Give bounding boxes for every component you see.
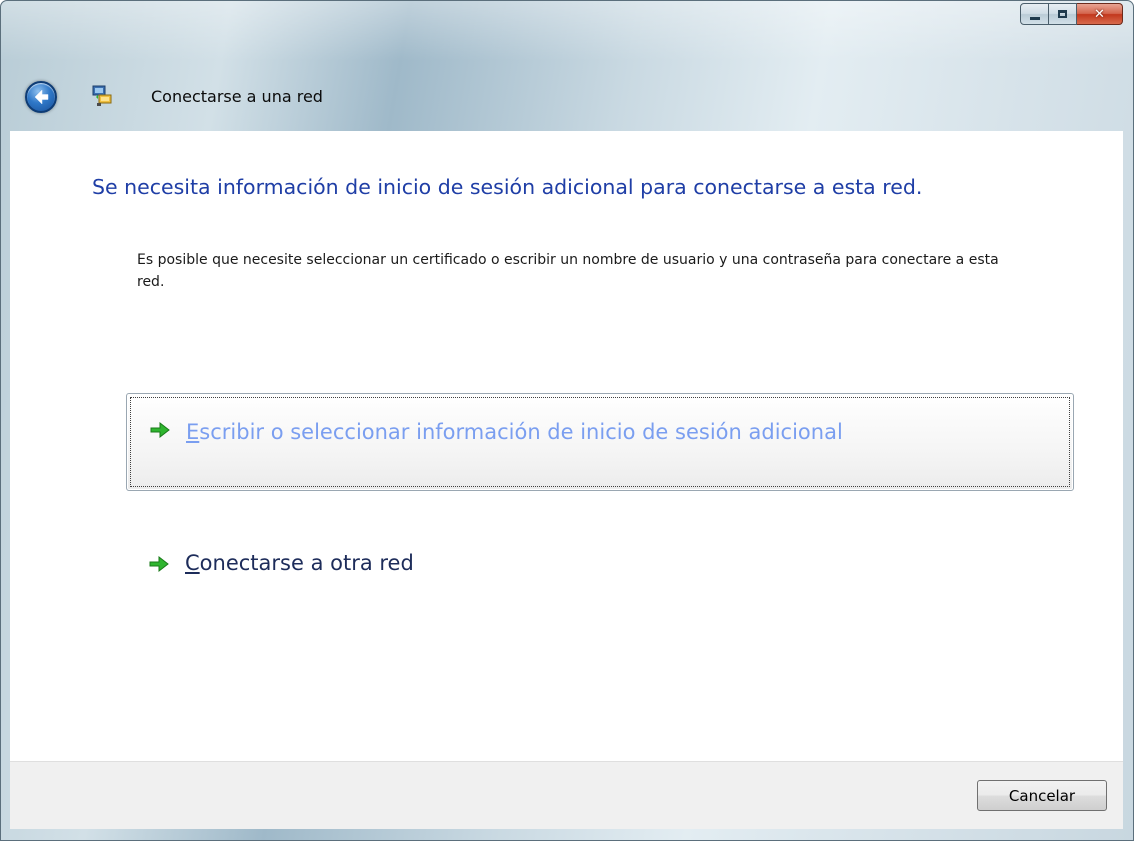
content-pane: Se necesita información de inicio de ses… xyxy=(10,131,1123,761)
cancel-button[interactable]: Cancelar xyxy=(977,780,1107,811)
back-button[interactable] xyxy=(25,81,57,113)
caption-buttons: ✕ xyxy=(1020,3,1123,25)
connect-other-network-label: Conectarse a otra red xyxy=(185,551,414,575)
accesskey-letter: C xyxy=(185,551,200,575)
window-title: Conectarse a una red xyxy=(151,87,323,106)
button-footer: Cancelar xyxy=(10,761,1123,829)
enter-credentials-command-link[interactable]: Escribir o seleccionar información de in… xyxy=(126,393,1074,491)
accesskey-letter: E xyxy=(186,420,200,444)
green-arrow-icon xyxy=(149,555,169,573)
description-text: Es posible que necesite seleccionar un c… xyxy=(137,252,999,290)
network-connection-icon xyxy=(92,85,112,106)
green-arrow-icon xyxy=(150,421,170,439)
close-icon: ✕ xyxy=(1094,6,1105,22)
minimize-icon xyxy=(1029,16,1040,20)
minimize-button[interactable] xyxy=(1020,3,1049,25)
main-instruction: Se necesita información de inicio de ses… xyxy=(92,175,923,199)
label-text: scribir o seleccionar información de ini… xyxy=(199,420,843,444)
back-arrow-icon xyxy=(34,89,49,105)
label-text: onectarse a otra red xyxy=(199,551,414,575)
close-button[interactable]: ✕ xyxy=(1077,3,1123,25)
maximize-button[interactable] xyxy=(1049,3,1077,25)
maximize-icon xyxy=(1058,10,1067,18)
dialog-window: ✕ Conectarse a una red Se necesita infor… xyxy=(0,0,1134,841)
enter-credentials-label: Escribir o seleccionar información de in… xyxy=(186,420,843,444)
connect-other-network-link[interactable]: Conectarse a otra red xyxy=(148,551,488,581)
title-bar-glass xyxy=(1,1,1133,61)
